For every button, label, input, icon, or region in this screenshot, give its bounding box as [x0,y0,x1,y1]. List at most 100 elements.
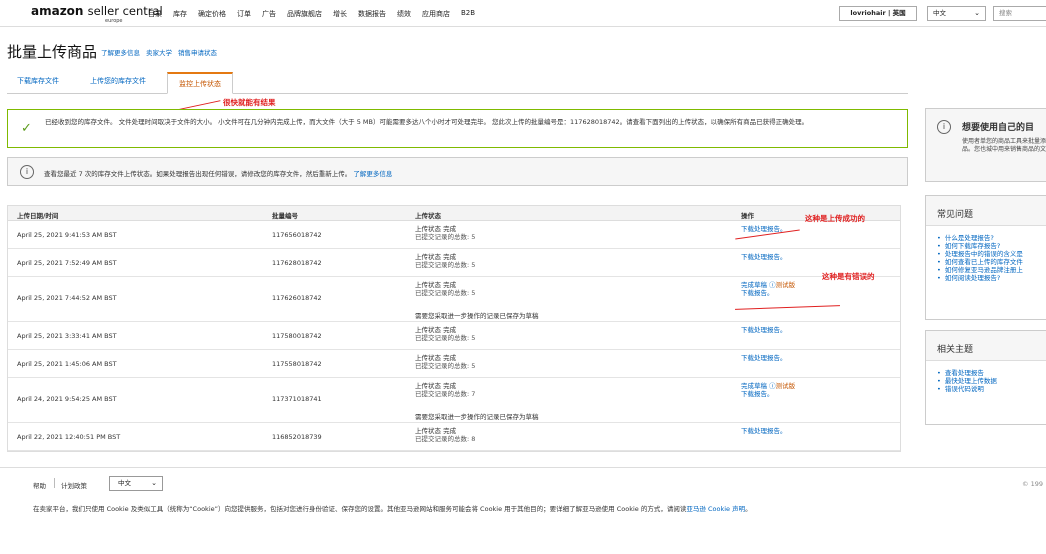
download-report-link[interactable]: 下载报告。 [741,390,774,398]
download-report-link[interactable]: 下载处理报告。 [741,326,787,334]
faq-item[interactable]: 如何修复亚马逊品牌注册上 [937,266,1046,274]
upload-status: 上传状态 完成 已提交记录的总数: 7 [415,382,476,398]
related-item[interactable]: 查看处理报告 [937,369,1046,377]
upload-status: 上传状态 完成 已提交记录的总数: 5 [415,225,476,241]
download-report-link[interactable]: 下载报告。 [741,289,774,297]
account-switcher[interactable]: lovriohair | 英国 [839,6,917,21]
nav-item[interactable]: 应用商店 [422,9,450,19]
header-batch: 批量编号 [272,212,298,220]
annotation-error-note: 这种是有错误的 [822,272,875,281]
upload-status: 上传状态 完成 已提交记录的总数: 5 [415,326,476,342]
info-message: 查看您最近 7 次的库存文件上传状态。如果处理报告出现任何错误，请修改您的库存文… [44,168,392,178]
table-header: 上传日期/时间 批量编号 上传状态 操作 [8,206,900,221]
logo-main: amazon [31,4,84,18]
records-count: 已提交记录的总数: 8 [415,434,476,443]
upload-date: April 22, 2021 12:40:51 PM BST [17,433,121,441]
nav-item[interactable]: 增长 [333,9,347,19]
beta-badge: 测试版 [775,382,796,390]
action-cell: 完成草稿 ⓘ测试版 下载报告。 [741,281,796,297]
table-row: April 25, 2021 3:33:41 AM BST 11758001874… [8,322,900,350]
batch-number: 117626018742 [272,294,322,302]
main-menu: 目录 库存 确定价格 订单 广告 品牌旗舰店 增长 数据报告 绩效 应用商店 B2B [148,9,475,19]
learn-more-link[interactable]: 了解更多信息 [353,170,392,178]
footer-separator [54,478,55,488]
upload-date: April 25, 2021 3:33:41 AM BST [17,332,117,340]
upload-date: April 25, 2021 1:45:06 AM BST [17,360,117,368]
action-cell: 下载处理报告。 [741,326,787,335]
footer-help-link[interactable]: 帮助 [33,480,46,490]
cookie-text-end: 。 [745,505,752,513]
batch-number: 117558018742 [272,360,322,368]
nav-item[interactable]: 绩效 [397,9,411,19]
chevron-down-icon: ⌄ [974,9,980,17]
upload-status-table: 上传日期/时间 批量编号 上传状态 操作 April 25, 2021 9:41… [7,205,901,452]
faq-item[interactable]: 如何查看已上传的库存文件 [937,258,1046,266]
nav-item[interactable]: 品牌旗舰店 [287,9,322,19]
title-link[interactable]: 销售申请状态 [178,47,217,57]
download-report-link[interactable]: 下载处理报告。 [741,427,787,435]
title-link[interactable]: 卖家大学 [146,47,172,57]
header-status: 上传状态 [415,212,441,220]
logo-region: europe [105,18,123,24]
records-count: 已提交记录的总数: 5 [415,333,476,342]
upload-status: 上传状态 完成 已提交记录的总数: 5 [415,281,476,297]
tab-upload-inventory[interactable]: 上传您的库存文件 [90,76,146,86]
nav-item[interactable]: B2B [461,9,475,19]
table-row: April 24, 2021 9:54:25 AM BST 11737101874… [8,378,900,423]
faq-item[interactable]: 什么是处理报告? [937,234,1046,242]
upload-date: April 24, 2021 9:54:25 AM BST [17,395,117,403]
title-links: 了解更多信息 卖家大学 销售申请状态 [101,47,217,57]
language-select[interactable]: 中文 ⌄ [927,6,986,21]
records-count: 已提交记录的总数: 7 [415,389,476,398]
copyright: © 199 [1022,480,1043,488]
seller-central-logo[interactable]: amazon seller central europe [31,4,163,24]
related-item[interactable]: 错误代码说明 [937,385,1046,393]
cookie-notice: 在卖家平台，我们只使用 Cookie 及类似工具（统称为“Cookie”）向您提… [33,503,752,513]
faq-item[interactable]: 处理报告中的错误的含义是 [937,250,1046,258]
check-icon: ✓ [21,121,32,136]
cookie-policy-link[interactable]: 亚马逊 Cookie 声明 [686,505,745,513]
nav-item[interactable]: 目录 [148,9,162,19]
related-title: 相关主题 [926,331,1046,361]
language-value: 中文 [933,9,946,17]
search-input[interactable]: 搜索 [993,6,1046,21]
draft-note: 需要您采取进一步操作的记录已保存为草稿 [415,312,539,320]
upload-date: April 25, 2021 7:44:52 AM BST [17,294,117,302]
download-report-link[interactable]: 下载处理报告。 [741,253,787,261]
tab-monitor-upload-status[interactable]: 监控上传状态 [167,72,233,94]
download-report-link[interactable]: 下载处理报告。 [741,354,787,362]
records-count: 已提交记录的总数: 5 [415,232,476,241]
records-count: 已提交记录的总数: 5 [415,288,476,297]
nav-item[interactable]: 数据报告 [358,9,386,19]
footer-policy-link[interactable]: 计划政策 [61,480,87,490]
faq-list: 什么是处理报告?如何下载库存报告?处理报告中的错误的含义是如何查看已上传的库存文… [926,226,1046,282]
sidebar-related: 相关主题 查看处理报告最快处理上传数据错误代码说明 [925,330,1046,425]
promo-text: 使用者单您的商品工具来批量添加商品。您也城中用来销售商品的文 [962,138,1046,153]
top-nav: amazon seller central europe 目录 库存 确定价格 订单 广… [0,0,1046,27]
action-cell: 下载处理报告。 [741,354,787,363]
page-title: 批量上传商品 [7,43,98,61]
beta-badge: 测试版 [775,281,796,289]
table-row: April 22, 2021 12:40:51 PM BST 1168520187… [8,423,900,451]
annotation-tab-note: 很快就能有结果 [223,98,276,107]
nav-item[interactable]: 订单 [237,9,251,19]
nav-item[interactable]: 广告 [262,9,276,19]
nav-item[interactable]: 库存 [173,9,187,19]
faq-item[interactable]: 如何阅读处理报告? [937,274,1046,282]
tab-download-inventory[interactable]: 下载库存文件 [17,76,59,86]
action-cell: 下载处理报告。 [741,427,787,436]
batch-number: 116852018739 [272,433,322,441]
cookie-text: 在卖家平台，我们只使用 Cookie 及类似工具（统称为“Cookie”）向您提… [33,505,687,513]
info-icon: i [20,165,34,179]
title-link[interactable]: 了解更多信息 [101,47,140,57]
upload-status: 上传状态 完成 已提交记录的总数: 5 [415,253,475,269]
related-item[interactable]: 最快处理上传数据 [937,377,1046,385]
faq-item[interactable]: 如何下载库存报告? [937,242,1046,250]
action-cell: 完成草稿 ⓘ测试版 下载报告。 [741,382,796,398]
info-alert: i 查看您最近 7 次的库存文件上传状态。如果处理报告出现任何错误，请修改您的库… [7,157,908,186]
annotation-success-note: 这种是上传成功的 [805,214,865,223]
batch-number: 117580018742 [272,332,322,340]
upload-date: April 25, 2021 9:41:53 AM BST [17,231,117,239]
nav-item[interactable]: 确定价格 [198,9,226,19]
footer-language-select[interactable]: 中文 ⌄ [109,476,163,491]
